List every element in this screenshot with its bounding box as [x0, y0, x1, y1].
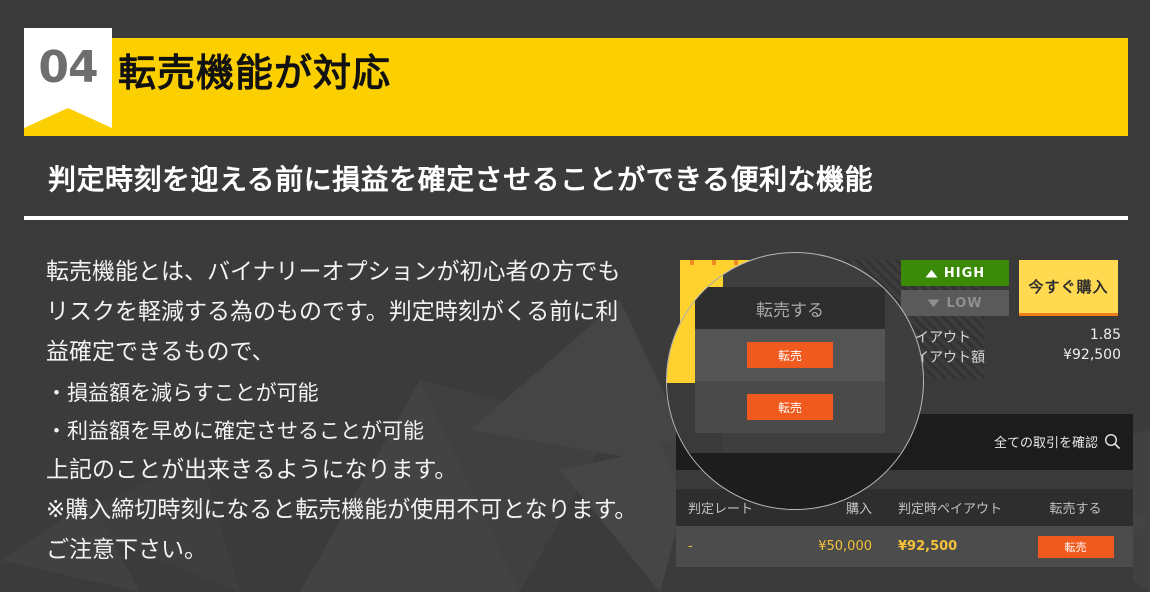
payout-value: 1.85 — [1089, 327, 1121, 343]
table-header-action: 転売する — [1049, 502, 1102, 517]
sell-button[interactable]: 転売 — [1037, 535, 1114, 558]
magnified-sell-button-2[interactable]: 転売 — [747, 394, 833, 420]
section-number: 04 — [38, 41, 98, 93]
list-item: ・損益額を減らすことが可能 — [46, 381, 319, 405]
body-paragraph-1: 転売機能とは、バイナリーオプションが初心者の方でも — [46, 259, 621, 285]
cell-rate: - — [688, 539, 693, 554]
panel-footer — [676, 567, 1133, 592]
page-title: 転売機能が対応 — [118, 51, 392, 95]
all-trades-link[interactable]: 全ての取引を確認 — [994, 432, 1121, 451]
magnified-sell-header: 転売する — [695, 287, 885, 329]
magnifier-lens: 転売する 転売 転売 — [666, 252, 924, 510]
section-number-badge: 04 — [24, 28, 112, 128]
magnified-row-1[interactable]: 転売 — [695, 329, 885, 381]
all-trades-label: 全ての取引を確認 — [993, 436, 1098, 451]
high-label: HIGH — [943, 265, 986, 281]
page-root: 04 転売機能が対応 判定時刻を迎える前に損益を確定させることができる便利な機能… — [0, 0, 1150, 592]
body-copy: 転売機能とは、バイナリーオプションが初心者の方でも リスクを軽減する為のものです… — [46, 252, 666, 570]
search-icon — [1104, 433, 1121, 450]
magnified-sell-button-1[interactable]: 転売 — [747, 342, 833, 368]
divider — [24, 216, 1128, 220]
magnifier-content: 転売する 転売 転売 — [667, 253, 923, 509]
payout-amount-value: ¥92,500 — [1063, 347, 1121, 363]
magnified-row-2[interactable]: 転売 — [695, 381, 885, 433]
body-note-1: ※購入締切時刻になると転売機能が使用不可となります。 — [46, 497, 638, 523]
list-item: ・利益額を早めに確定させることが可能 — [46, 419, 424, 443]
cell-action: 転売 — [1018, 535, 1133, 558]
body-tail: 上記のことが出来きるようになります。 — [46, 457, 458, 483]
buy-now-button[interactable]: 今すぐ購入 — [1019, 260, 1118, 316]
body-paragraph-3: 益確定できるもので、 — [46, 339, 275, 365]
table-row[interactable]: - ¥50,000 ¥92,500 転売 — [676, 526, 1133, 567]
magnified-sell-card: 転売する 転売 転売 — [695, 287, 885, 433]
payout-amount-row: ペイアウト額 ¥92,500 — [901, 347, 1121, 367]
arch-down-icon — [927, 299, 940, 307]
payout-ratio-row: ペイアウト 1.85 — [901, 327, 1121, 347]
magnified-dark-bar — [667, 453, 923, 509]
body-note-2: ご注意下さい。 — [46, 537, 207, 563]
cell-payout: ¥92,500 — [898, 539, 958, 554]
cell-purchase: ¥50,000 — [818, 539, 872, 554]
body-paragraph-2: リスクを軽減する為のものです。判定時刻がくる前に利 — [46, 299, 619, 325]
feature-bullet-list: ・損益額を減らすことが可能 ・利益額を早めに確定させることが可能 — [46, 374, 666, 450]
section-subtitle: 判定時刻を迎える前に損益を確定させることができる便利な機能 — [48, 163, 874, 196]
low-label: LOW — [946, 295, 983, 311]
arch-up-icon — [925, 269, 938, 277]
